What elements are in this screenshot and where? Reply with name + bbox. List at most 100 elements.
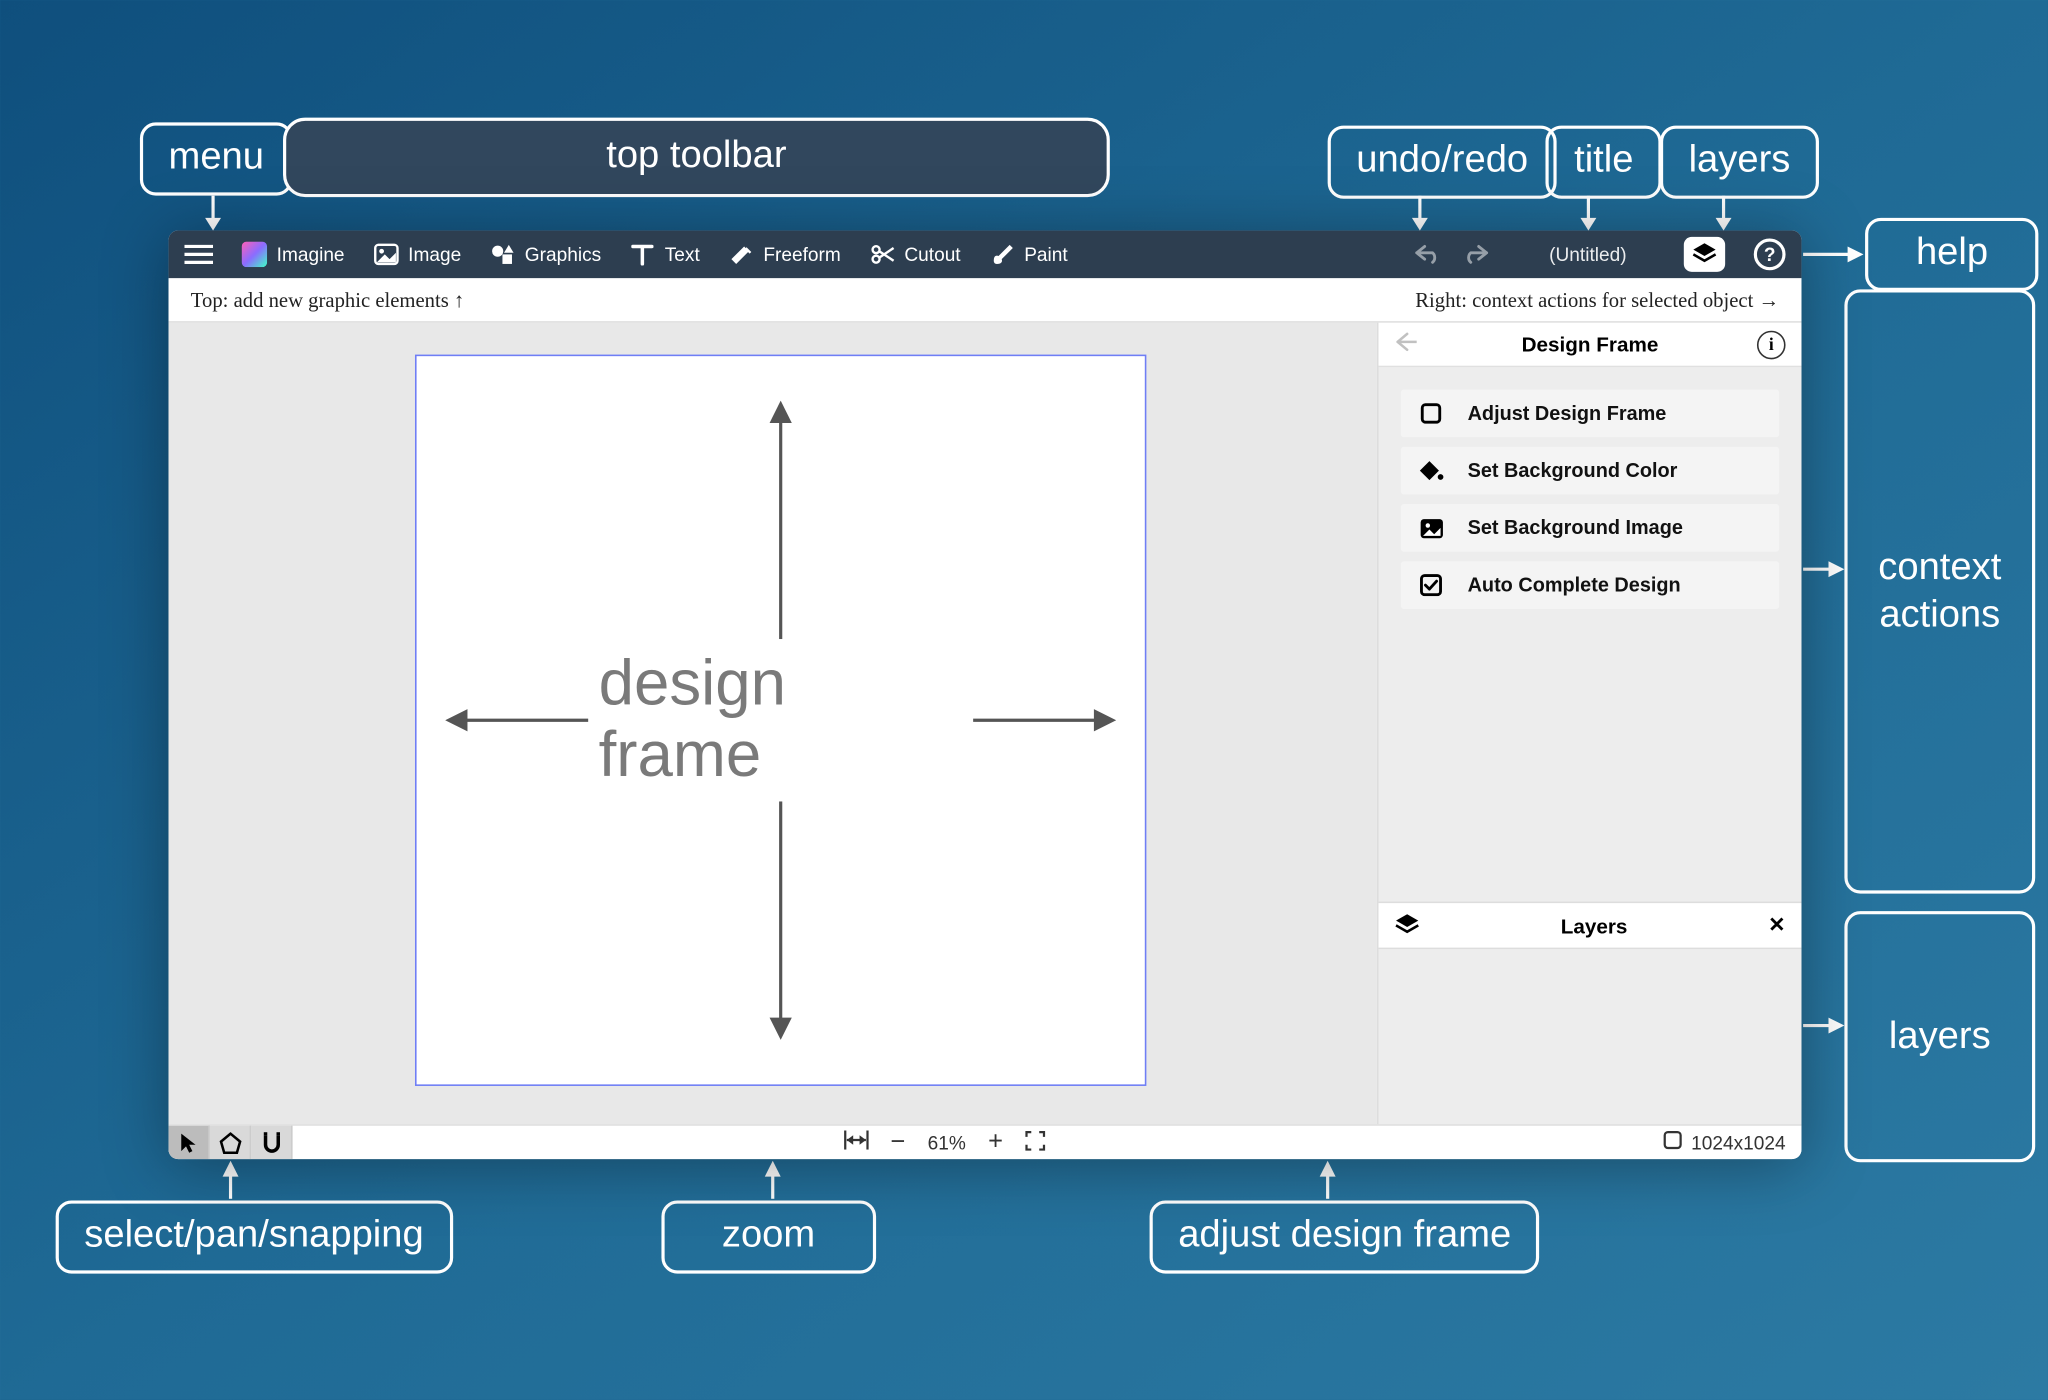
menu-item-imagine-label: Imagine bbox=[277, 243, 345, 265]
help-icon: ? bbox=[1764, 243, 1776, 265]
snap-tool[interactable] bbox=[251, 1126, 292, 1159]
menu-item-image-label: Image bbox=[408, 243, 461, 265]
status-bar-tools bbox=[169, 1126, 293, 1159]
undo-icon[interactable] bbox=[1412, 241, 1441, 268]
menu-item-imagine[interactable]: Imagine bbox=[242, 242, 345, 267]
menu-item-cutout-label: Cutout bbox=[904, 243, 960, 265]
design-frame[interactable]: design frame bbox=[415, 355, 1146, 1086]
frame-size-control[interactable]: 1024x1024 bbox=[1663, 1130, 1786, 1154]
zoom-value[interactable]: 61% bbox=[928, 1131, 966, 1153]
scissors-icon bbox=[869, 242, 894, 267]
connector-select-pan bbox=[218, 1161, 243, 1199]
design-frame-arrow-left-icon bbox=[445, 704, 588, 736]
callout-context-line1: context bbox=[1878, 544, 2001, 592]
pointer-icon bbox=[179, 1131, 198, 1153]
connector-title bbox=[1576, 196, 1601, 231]
menu-item-paint[interactable]: Paint bbox=[989, 242, 1067, 267]
callout-help: help bbox=[1865, 218, 2039, 291]
layers-panel-header: Layers ✕ bbox=[1379, 902, 1802, 950]
connector-adjust-frame bbox=[1315, 1161, 1340, 1199]
square-icon bbox=[1417, 402, 1446, 424]
layers-button[interactable] bbox=[1684, 237, 1725, 272]
menu-item-text[interactable]: Text bbox=[630, 242, 700, 267]
callout-title: title bbox=[1545, 126, 1662, 199]
menu-item-image[interactable]: Image bbox=[373, 242, 461, 267]
text-icon bbox=[630, 242, 655, 267]
connector-context-actions bbox=[1803, 557, 1844, 582]
callout-menu: menu bbox=[140, 122, 293, 195]
menu-item-freeform-label: Freeform bbox=[763, 243, 840, 265]
hamburger-menu-icon[interactable] bbox=[184, 243, 213, 265]
fullscreen-icon[interactable] bbox=[1025, 1130, 1046, 1155]
back-icon[interactable] bbox=[1394, 332, 1423, 356]
close-icon[interactable]: ✕ bbox=[1768, 913, 1785, 938]
frame-size-value: 1024x1024 bbox=[1691, 1131, 1785, 1153]
menu-item-graphics-label: Graphics bbox=[525, 243, 601, 265]
callout-top-toolbar: top toolbar bbox=[283, 118, 1110, 198]
frame-size-icon bbox=[1663, 1130, 1682, 1154]
layers-icon bbox=[1394, 912, 1419, 939]
callout-context-line2: actions bbox=[1879, 591, 2000, 639]
callout-adjust-design-frame: adjust design frame bbox=[1150, 1200, 1540, 1273]
zoom-in-button[interactable]: + bbox=[988, 1128, 1003, 1157]
redo-icon[interactable] bbox=[1463, 241, 1492, 268]
callout-layers-right-text: layers bbox=[1889, 1013, 1991, 1061]
design-frame-arrow-right-icon bbox=[973, 704, 1116, 736]
graphics-icon bbox=[490, 242, 515, 267]
callout-zoom: zoom bbox=[661, 1200, 875, 1273]
pan-tool[interactable] bbox=[210, 1126, 251, 1159]
info-bar-right-arrow-icon: → bbox=[1759, 287, 1780, 311]
menu-item-graphics[interactable]: Graphics bbox=[490, 242, 601, 267]
info-bar-up-arrow-icon: ↑ bbox=[454, 287, 464, 311]
menu-item-text-label: Text bbox=[665, 243, 700, 265]
design-frame-label: design frame bbox=[599, 649, 963, 792]
callout-undo-redo: undo/redo bbox=[1328, 126, 1557, 199]
status-bar: − 61% + 1024x1024 bbox=[169, 1124, 1802, 1159]
panel-item-auto-complete[interactable]: Auto Complete Design bbox=[1401, 561, 1779, 609]
zoom-controls: − 61% + bbox=[843, 1128, 1046, 1157]
imagine-icon bbox=[242, 242, 267, 267]
panel-item-bg-color[interactable]: Set Background Color bbox=[1401, 447, 1779, 495]
pentagon-icon bbox=[219, 1131, 241, 1153]
panel-item-bg-image[interactable]: Set Background Image bbox=[1401, 504, 1779, 552]
image-icon bbox=[1417, 518, 1446, 539]
fit-width-icon[interactable] bbox=[843, 1130, 868, 1154]
paintbrush-icon bbox=[989, 242, 1014, 267]
menu-item-freeform[interactable]: Freeform bbox=[728, 242, 840, 267]
design-frame-arrow-up-icon bbox=[765, 401, 797, 639]
connector-layers-top bbox=[1711, 196, 1736, 231]
panel-item-auto-complete-label: Auto Complete Design bbox=[1468, 574, 1681, 596]
context-panel-header: Design Frame i bbox=[1379, 323, 1802, 368]
info-bar-right-text: Right: context actions for selected obje… bbox=[1415, 287, 1753, 311]
connector-zoom bbox=[760, 1161, 785, 1199]
checkbox-checked-icon bbox=[1417, 574, 1446, 596]
zoom-out-button[interactable]: − bbox=[891, 1128, 906, 1157]
panel-item-adjust-frame[interactable]: Adjust Design Frame bbox=[1401, 390, 1779, 438]
main-area: design frame bbox=[169, 323, 1802, 1124]
undo-redo-group bbox=[1412, 241, 1492, 268]
panel-item-adjust-frame-label: Adjust Design Frame bbox=[1468, 402, 1667, 424]
callout-context-actions: context actions bbox=[1844, 289, 2035, 893]
context-panel-body: Adjust Design Frame Set Background Color… bbox=[1379, 367, 1802, 901]
menu-item-cutout[interactable]: Cutout bbox=[869, 242, 960, 267]
help-button[interactable]: ? bbox=[1754, 239, 1786, 271]
context-panel-title: Design Frame bbox=[1423, 332, 1757, 356]
document-title[interactable]: (Untitled) bbox=[1549, 243, 1626, 265]
panel-item-bg-image-label: Set Background Image bbox=[1468, 517, 1683, 539]
info-bar-left-text: Top: add new graphic elements bbox=[191, 287, 449, 311]
callout-layers: layers bbox=[1660, 126, 1819, 199]
image-icon bbox=[373, 242, 398, 267]
connector-help bbox=[1803, 242, 1863, 267]
design-frame-arrow-down-icon bbox=[765, 801, 797, 1039]
panel-item-bg-color-label: Set Background Color bbox=[1468, 460, 1678, 482]
layers-icon bbox=[1692, 241, 1717, 268]
paint-bucket-icon bbox=[1417, 460, 1446, 482]
canvas-area[interactable]: design frame bbox=[169, 323, 1377, 1124]
info-icon[interactable]: i bbox=[1757, 330, 1786, 359]
layers-panel-body bbox=[1379, 949, 1802, 1124]
menu-bar: Imagine Image Graphics Text bbox=[169, 231, 1802, 279]
right-panel: Design Frame i Adjust Design Frame bbox=[1377, 323, 1802, 1124]
connector-layers-right bbox=[1803, 1013, 1844, 1038]
select-tool[interactable] bbox=[169, 1126, 210, 1159]
connector-menu bbox=[200, 196, 225, 231]
